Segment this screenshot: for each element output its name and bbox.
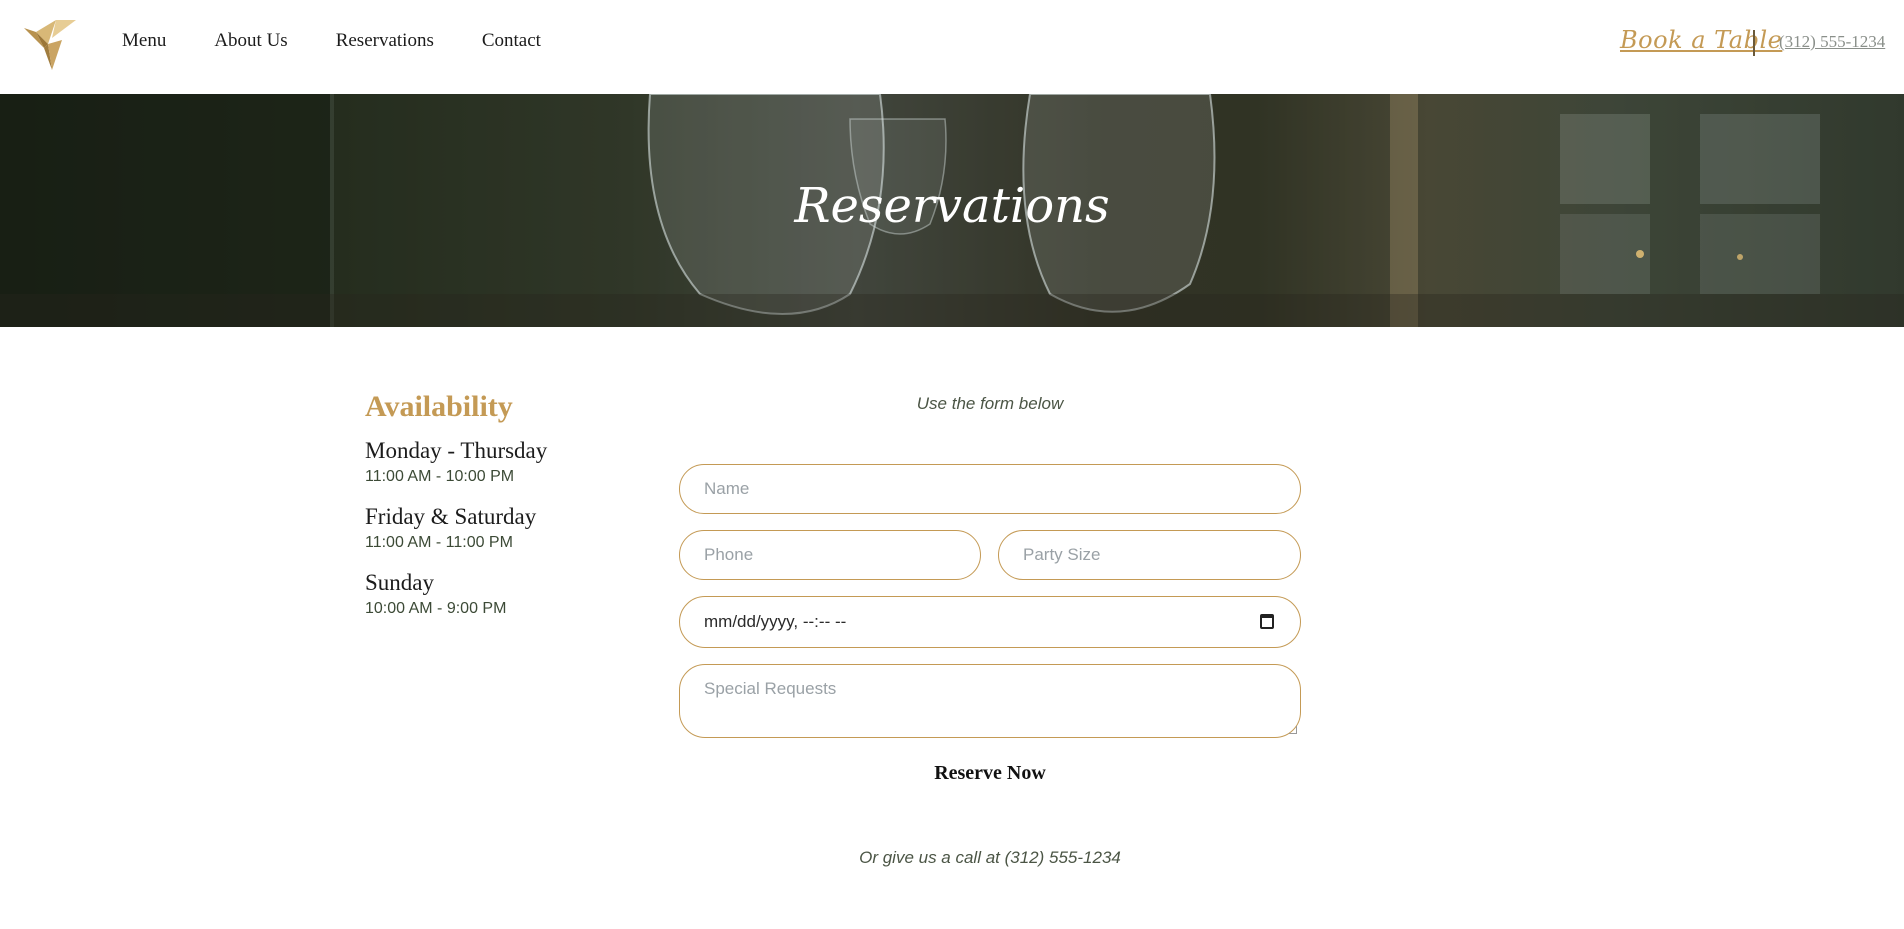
nav-about-us[interactable]: About Us — [214, 30, 287, 52]
page-title: Reservations — [794, 178, 1110, 234]
header-phone-link[interactable]: (312) 555-1234 — [1779, 32, 1885, 52]
special-requests-textarea[interactable]: Special Requests — [679, 664, 1301, 738]
phone-input[interactable]: Phone — [679, 530, 981, 580]
schedule-hours: 10:00 AM - 9:00 PM — [365, 600, 507, 617]
nav-contact[interactable]: Contact — [482, 30, 541, 52]
header-divider — [1753, 30, 1755, 56]
availability-heading: Availability — [365, 390, 513, 423]
special-requests-placeholder: Special Requests — [704, 679, 837, 698]
nav-reservations[interactable]: Reservations — [336, 30, 434, 52]
name-input[interactable]: Name — [679, 464, 1301, 514]
schedule-day: Monday - Thursday — [365, 438, 548, 463]
call-us-text: Or give us a call at (312) 555-1234 — [859, 848, 1121, 867]
form-intro-text: Use the form below — [916, 394, 1064, 413]
reserve-now-button[interactable]: Reserve Now — [900, 762, 1080, 785]
resize-handle-icon[interactable] — [1289, 726, 1297, 734]
party-size-input[interactable]: Party Size — [998, 530, 1301, 580]
site-header: Menu About Us Reservations Contact Book … — [0, 0, 1904, 94]
schedule-day: Friday & Saturday — [365, 504, 537, 529]
datetime-value: mm/dd/yyyy, --:-- -- — [704, 612, 847, 631]
schedule-hours: 11:00 AM - 11:00 PM — [365, 534, 513, 551]
main-nav: Menu About Us Reservations Contact — [122, 30, 541, 52]
datetime-input[interactable]: mm/dd/yyyy, --:-- -- — [679, 596, 1301, 648]
schedule-day: Sunday — [365, 570, 434, 595]
book-a-table-link[interactable]: Book a Table — [1620, 26, 1782, 54]
hero-banner: Reservations — [0, 94, 1904, 327]
schedule-hours: 11:00 AM - 10:00 PM — [365, 468, 515, 485]
nav-menu[interactable]: Menu — [122, 30, 166, 52]
origami-bird-logo-icon[interactable] — [22, 18, 76, 72]
calendar-icon[interactable] — [1260, 614, 1274, 629]
availability-section: Availability Monday - Thursday 11:00 AM … — [365, 390, 625, 636]
